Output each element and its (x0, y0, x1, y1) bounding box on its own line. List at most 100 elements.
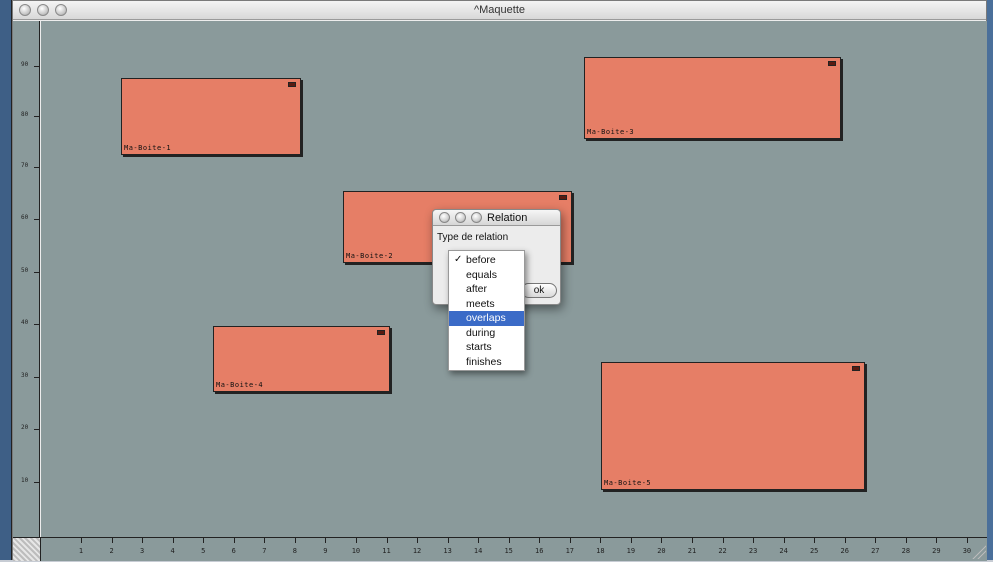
relation-type-menu: ✓ before equals after meets overlaps during sta… (448, 250, 525, 371)
y-tick: 40 (13, 319, 40, 326)
box-ma-boite-1[interactable]: Ma-Boite-1 (121, 78, 301, 155)
menu-item-after[interactable]: after (449, 282, 524, 297)
x-tick: 23 (749, 538, 757, 562)
x-tick: 8 (293, 538, 297, 562)
x-tick-label: 16 (535, 547, 544, 555)
x-tick-label: 20 (657, 547, 666, 555)
checkmark-icon: ✓ (454, 254, 463, 265)
menu-item-during[interactable]: during (449, 326, 524, 341)
x-tick-label: 9 (323, 547, 328, 555)
box-resize-handle[interactable] (288, 82, 296, 87)
box-resize-handle[interactable] (852, 366, 860, 371)
x-tick: 9 (323, 538, 328, 562)
zoom-icon[interactable] (471, 212, 482, 223)
x-tick-label: 27 (871, 547, 880, 555)
menu-item-label: finishes (466, 355, 502, 368)
y-tick-label: 90 (21, 61, 29, 68)
x-tick: 5 (201, 538, 205, 562)
menu-item-finishes[interactable]: finishes (449, 355, 524, 370)
window-resize-grip[interactable] (972, 545, 986, 559)
horizontal-ruler[interactable]: 1 2 3 4 5 6 7 8 9 10 11 12 13 14 15 16 17 18 19 20 21 22 23 24 2… (41, 537, 987, 561)
x-tick: 18 (596, 538, 605, 562)
x-tick-label: 4 (170, 547, 175, 555)
x-tick: 24 (779, 538, 788, 562)
menu-item-starts[interactable]: starts (449, 340, 524, 355)
x-tick-label: 22 (718, 547, 727, 555)
y-tick-label: 30 (21, 372, 29, 379)
menu-item-before[interactable]: ✓ before (449, 253, 524, 268)
x-tick: 16 (535, 538, 543, 562)
box-label: Ma-Boite-1 (124, 144, 172, 152)
x-tick: 17 (566, 538, 574, 562)
x-tick-label: 18 (596, 547, 605, 555)
x-tick-label: 2 (109, 547, 114, 555)
y-tick: 50 (13, 267, 40, 274)
x-tick-label: 21 (687, 547, 697, 555)
close-icon[interactable] (439, 212, 450, 223)
ok-button[interactable]: ok (521, 283, 557, 298)
y-tick: 60 (13, 214, 40, 221)
x-tick-label: 6 (231, 547, 236, 555)
box-resize-handle[interactable] (828, 61, 836, 66)
dialog-title: Relation (487, 212, 528, 224)
window-titlebar[interactable]: ^Maquette (13, 1, 986, 20)
x-tick-label: 19 (626, 547, 636, 555)
x-tick: 10 (352, 538, 360, 562)
x-tick-label: 12 (412, 547, 422, 555)
x-tick: 29 (932, 538, 941, 562)
x-tick-label: 24 (779, 547, 788, 555)
box-ma-boite-3[interactable]: Ma-Boite-3 (584, 57, 841, 139)
x-tick: 2 (109, 538, 114, 562)
x-tick-label: 8 (292, 547, 297, 555)
x-tick: 30 (963, 538, 971, 562)
menu-item-label: starts (466, 341, 492, 353)
y-tick-label: 70 (21, 162, 29, 169)
dialog-titlebar[interactable]: Relation (433, 210, 560, 226)
y-tick: 20 (13, 424, 40, 431)
menu-item-meets[interactable]: meets (449, 297, 524, 312)
box-ma-boite-4[interactable]: Ma-Boite-4 (213, 326, 390, 392)
x-tick: 13 (443, 538, 452, 562)
box-ma-boite-5[interactable]: Ma-Boite-5 (601, 362, 865, 490)
y-tick-label: 60 (21, 214, 29, 221)
x-tick: 20 (657, 538, 666, 562)
x-tick: 1 (79, 538, 83, 562)
y-tick-label: 40 (21, 319, 29, 326)
relation-type-label: Type de relation (437, 232, 509, 243)
x-tick-label: 17 (565, 547, 575, 555)
box-resize-handle[interactable] (377, 330, 385, 335)
x-tick: 14 (474, 538, 482, 562)
x-tick: 6 (232, 538, 236, 562)
menu-item-equals[interactable]: equals (449, 268, 524, 283)
window-title: ^Maquette (473, 4, 526, 16)
box-resize-handle[interactable] (559, 195, 567, 200)
y-tick-label: 80 (21, 111, 29, 118)
x-tick: 19 (627, 538, 635, 562)
x-tick-label: 7 (262, 547, 267, 555)
y-tick: 10 (13, 477, 40, 484)
x-tick-label: 26 (840, 547, 849, 555)
y-tick: 30 (13, 372, 40, 379)
menu-item-overlaps[interactable]: overlaps (449, 311, 524, 326)
y-tick: 90 (13, 61, 40, 68)
menu-item-label: meets (466, 297, 495, 310)
vertical-ruler[interactable]: 10 20 30 40 50 60 70 80 90 (13, 21, 40, 537)
x-tick-label: 23 (748, 547, 758, 555)
menu-item-label: before (466, 254, 496, 266)
x-tick: 3 (140, 538, 144, 562)
x-tick: 12 (413, 538, 421, 562)
menu-item-label: during (466, 326, 496, 339)
x-tick-label: 25 (809, 547, 819, 555)
x-tick: 21 (688, 538, 696, 562)
menu-item-label: after (466, 283, 488, 295)
x-tick: 15 (504, 538, 513, 562)
x-tick-label: 10 (351, 547, 361, 555)
minimize-icon[interactable] (455, 212, 466, 223)
x-tick: 27 (871, 538, 880, 562)
x-tick-label: 5 (201, 547, 206, 555)
y-tick: 80 (13, 111, 40, 118)
x-tick-label: 13 (443, 547, 452, 555)
maquette-window: ^Maquette 10 20 30 40 50 60 70 80 90 Ma-… (12, 0, 987, 561)
x-tick: 26 (841, 538, 849, 562)
y-tick-label: 50 (21, 267, 29, 274)
